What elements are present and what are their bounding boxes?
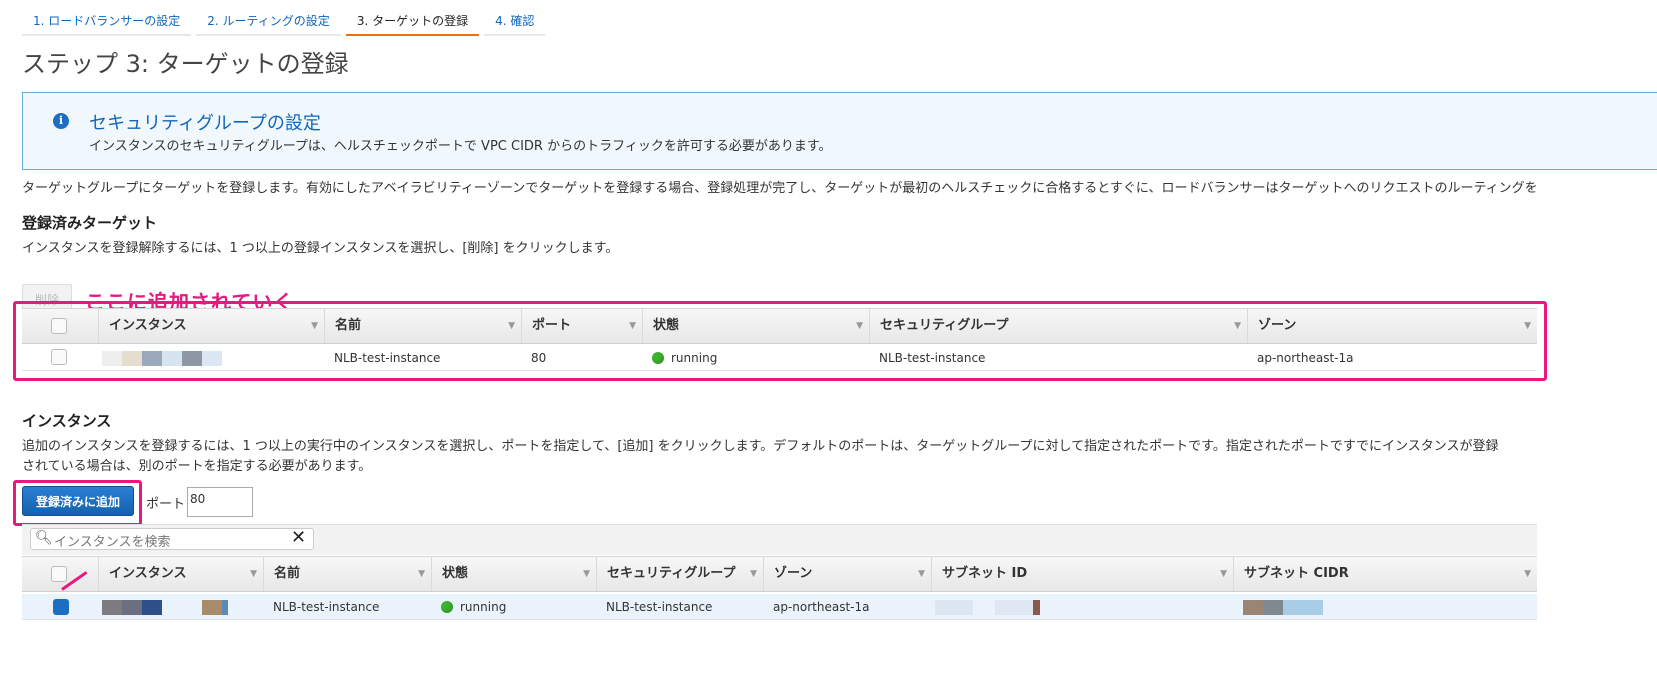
col-label: サブネット CIDR bbox=[1244, 566, 1349, 581]
tab-routing-settings[interactable]: 2. ルーティングの設定 bbox=[196, 8, 341, 36]
intro-text: ターゲットグループにターゲットを登録します。有効にしたアベイラビリティーゾーンで… bbox=[22, 181, 1538, 196]
col-label: サブネット ID bbox=[942, 566, 1028, 581]
search-placeholder: インスタンスを検索 bbox=[54, 535, 171, 550]
info-title: セキュリティグループの設定 bbox=[89, 113, 321, 134]
tab-load-balancer-settings[interactable]: 1. ロードバランサーの設定 bbox=[22, 8, 192, 36]
instances-heading: インスタンス bbox=[22, 412, 112, 430]
redacted-subnet-id bbox=[1033, 600, 1040, 615]
sort-caret-icon: ▼ bbox=[583, 569, 590, 579]
sort-caret-icon: ▼ bbox=[918, 569, 925, 579]
col-label: インスタンス bbox=[109, 566, 187, 581]
page-title: ステップ 3: ターゲットの登録 bbox=[22, 50, 349, 78]
col-security-group[interactable]: セキュリティグループ ▼ bbox=[596, 557, 763, 591]
col-subnet-id[interactable]: サブネット ID ▼ bbox=[931, 557, 1233, 591]
redacted-subnet-id bbox=[935, 600, 973, 615]
port-input[interactable]: 80 bbox=[187, 487, 253, 517]
clear-search-icon[interactable]: ✕ bbox=[291, 527, 306, 548]
row-checkbox[interactable] bbox=[53, 599, 69, 615]
registered-targets-heading: 登録済みターゲット bbox=[22, 214, 158, 232]
cell-name: NLB-test-instance bbox=[273, 600, 380, 614]
col-label: 名前 bbox=[274, 566, 301, 581]
instances-desc-line2: されている場合は、別のポートを指定する必要があります。 bbox=[22, 459, 372, 474]
instances-desc-line1: 追加のインスタンスを登録するには、1 つ以上の実行中のインスタンスを選択し、ポー… bbox=[22, 439, 1499, 454]
col-subnet-cidr[interactable]: サブネット CIDR ▼ bbox=[1233, 557, 1537, 591]
running-status-icon bbox=[441, 601, 453, 613]
col-label: ゾーン bbox=[774, 566, 813, 581]
cell-state: running bbox=[441, 594, 506, 620]
info-icon: i bbox=[53, 113, 69, 129]
wizard-tabs: 1. ロードバランサーの設定 2. ルーティングの設定 3. ターゲットの登録 … bbox=[22, 8, 550, 38]
port-label: ポート bbox=[146, 497, 186, 512]
redacted-subnet-cidr bbox=[1283, 600, 1323, 615]
sort-caret-icon: ▼ bbox=[1220, 569, 1227, 579]
cell-zone: ap-northeast-1a bbox=[773, 600, 870, 614]
sort-caret-icon: ▼ bbox=[418, 569, 425, 579]
redacted-subnet-cidr bbox=[1243, 600, 1263, 615]
col-label: 状態 bbox=[442, 566, 469, 581]
col-label: セキュリティグループ bbox=[607, 566, 736, 581]
redacted-subnet-cidr bbox=[1263, 600, 1283, 615]
col-zone[interactable]: ゾーン ▼ bbox=[763, 557, 931, 591]
col-name[interactable]: 名前 ▼ bbox=[263, 557, 431, 591]
search-icon: 🔍︎ bbox=[35, 530, 53, 546]
redacted-instance-id bbox=[222, 600, 228, 615]
table-row[interactable]: NLB-test-instance running NLB-test-insta… bbox=[22, 594, 1537, 620]
redacted-instance-id bbox=[142, 600, 162, 615]
tab-review[interactable]: 4. 確認 bbox=[484, 8, 546, 36]
instances-table-header: インスタンス ▼ 名前 ▼ 状態 ▼ セキュリティグループ ▼ ゾーン ▼ サブネット I… bbox=[22, 556, 1537, 592]
sort-caret-icon: ▼ bbox=[1524, 569, 1531, 579]
col-instance[interactable]: インスタンス ▼ bbox=[98, 557, 263, 591]
sort-caret-icon: ▼ bbox=[750, 569, 757, 579]
redacted-instance-id bbox=[202, 600, 222, 615]
sort-caret-icon: ▼ bbox=[250, 569, 257, 579]
tab-register-targets[interactable]: 3. ターゲットの登録 bbox=[345, 8, 480, 36]
registered-targets-desc: インスタンスを登録解除するには、1 つ以上の登録インスタンスを選択し、[削除] … bbox=[22, 241, 619, 256]
redacted-instance-id bbox=[102, 600, 122, 615]
info-box: i セキュリティグループの設定 インスタンスのセキュリティグループは、ヘルスチェ… bbox=[22, 92, 1657, 170]
redacted-instance-id bbox=[122, 600, 142, 615]
redacted-subnet-id bbox=[995, 600, 1033, 615]
info-text: インスタンスのセキュリティグループは、ヘルスチェックポートで VPC CIDR … bbox=[89, 139, 832, 154]
select-all-checkbox[interactable] bbox=[51, 566, 67, 582]
annotation-frame-registered bbox=[13, 301, 1547, 381]
annotation-frame-add-button bbox=[13, 480, 142, 526]
state-text: running bbox=[460, 600, 507, 614]
col-state[interactable]: 状態 ▼ bbox=[431, 557, 596, 591]
cell-security-group: NLB-test-instance bbox=[606, 600, 713, 614]
